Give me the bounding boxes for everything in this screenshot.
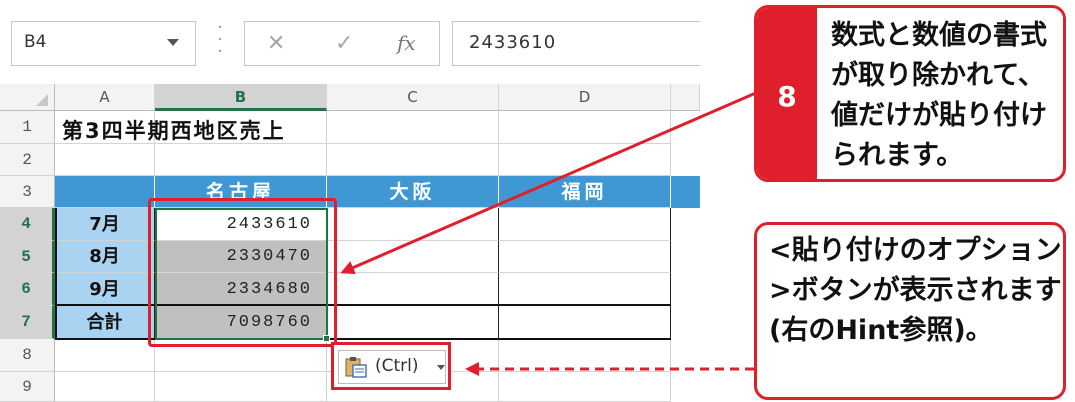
step-callout: 8 数式と数値の書式が取り除かれて、値だけが貼り付けられます。 [754, 5, 1066, 182]
name-box-value: B4 [24, 32, 47, 52]
formula-bar: B4 · · · ✕ ✓ fx 2433610 [0, 0, 700, 86]
paste-options-highlight: (Ctrl) [331, 342, 451, 390]
column-header-a[interactable]: A [55, 84, 155, 111]
row-header-9[interactable]: 9 [0, 372, 55, 402]
cell-a3[interactable] [55, 176, 155, 208]
formula-value: 2433610 [469, 32, 557, 53]
row-header-8[interactable]: 8 [0, 339, 55, 372]
step-number-badge: 8 [757, 8, 817, 179]
note-callout-text: <貼り付けのオプション>ボタンが表示されます(右のHint参照)。 [769, 235, 1062, 346]
column-header-e[interactable] [671, 84, 700, 111]
cancel-icon[interactable]: ✕ [267, 31, 285, 56]
cell-c6[interactable] [327, 273, 499, 306]
row-header-7[interactable]: 7 [0, 306, 55, 339]
paste-options-label: (Ctrl) [375, 356, 419, 376]
month-sep[interactable]: 9月 [55, 273, 155, 306]
cell-d7[interactable] [499, 306, 671, 339]
cell-d9[interactable] [499, 372, 671, 402]
sheet-title[interactable]: 第3四半期西地区売上 [62, 115, 286, 145]
cell-d1[interactable] [499, 111, 671, 144]
table-left-border [55, 208, 57, 339]
drag-handle-icon[interactable]: · · · [215, 19, 225, 62]
month-jul[interactable]: 7月 [55, 208, 155, 241]
cell-c7[interactable] [327, 306, 499, 339]
column-header-b[interactable]: B [155, 84, 327, 111]
cell-b2[interactable] [155, 144, 327, 176]
cell-a9[interactable] [55, 372, 155, 402]
chevron-down-icon [437, 365, 445, 370]
header-fill-right [671, 176, 700, 208]
cell-c5[interactable] [327, 241, 499, 273]
cell-c1[interactable] [327, 111, 499, 144]
cell-b9[interactable] [155, 372, 327, 402]
select-all-corner[interactable] [0, 84, 55, 111]
header-fukuoka[interactable]: 福岡 [499, 176, 671, 208]
cell-d6[interactable] [499, 273, 671, 306]
cell-d2[interactable] [499, 144, 671, 176]
formula-input[interactable]: 2433610 [452, 21, 700, 66]
highlight-range [148, 198, 337, 347]
insert-function-icon[interactable]: fx [397, 31, 416, 55]
cell-a2[interactable] [55, 144, 155, 176]
total-label[interactable]: 合計 [55, 306, 155, 339]
row-header-3[interactable]: 3 [0, 176, 55, 208]
clipboard-icon [345, 357, 367, 378]
column-header-c[interactable]: C [327, 84, 499, 111]
row-header-6[interactable]: 6 [0, 273, 55, 306]
enter-icon[interactable]: ✓ [335, 31, 353, 56]
header-osaka[interactable]: 大阪 [327, 176, 499, 208]
row-header-5[interactable]: 5 [0, 241, 55, 273]
row-header-4[interactable]: 4 [0, 208, 55, 241]
formula-buttons: ✕ ✓ fx [244, 21, 440, 66]
name-box[interactable]: B4 [11, 21, 196, 66]
step-callout-text: 数式と数値の書式が取り除かれて、値だけが貼り付けられます。 [831, 20, 1047, 171]
cell-d8[interactable] [499, 340, 671, 372]
cell-d5[interactable] [499, 241, 671, 273]
paste-options-button[interactable]: (Ctrl) [338, 350, 446, 384]
column-header-d[interactable]: D [499, 84, 671, 111]
chevron-down-icon[interactable] [167, 39, 179, 46]
cell-a8[interactable] [55, 340, 155, 372]
month-aug[interactable]: 8月 [55, 241, 155, 273]
row-header-2[interactable]: 2 [0, 144, 55, 176]
cell-d4[interactable] [499, 208, 671, 241]
row-header-1[interactable]: 1 [0, 111, 55, 144]
note-callout: <貼り付けのオプション>ボタンが表示されます(右のHint参照)。 [754, 222, 1066, 400]
cell-c2[interactable] [327, 144, 499, 176]
cell-c4[interactable] [327, 208, 499, 241]
corner-triangle-icon [36, 94, 48, 106]
